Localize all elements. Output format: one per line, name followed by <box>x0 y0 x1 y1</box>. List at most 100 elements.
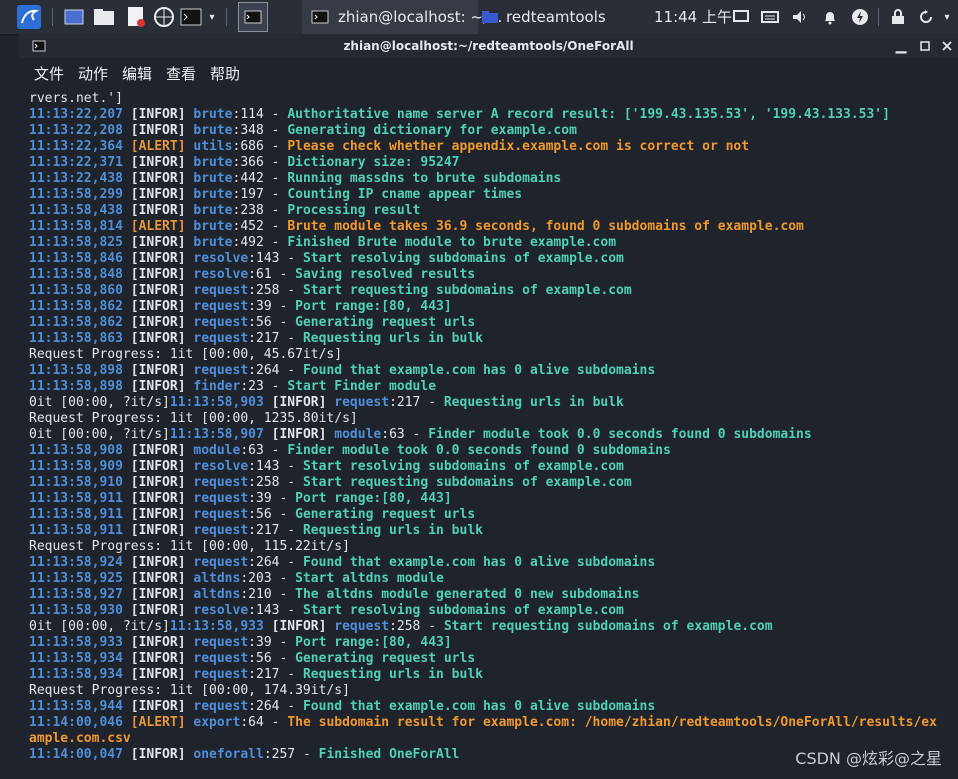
progress-prefix: 0it [00:00, ?it/s] <box>29 395 170 410</box>
log-lineno: 217 <box>256 667 280 682</box>
log-module: request <box>193 283 249 298</box>
terminal-task-icon <box>310 0 330 34</box>
window-title: zhian@localhost:~/redteamtools/OneForAll <box>343 39 634 53</box>
log-level: INFOR <box>138 491 178 506</box>
log-message: Start requesting subdomains of example.c… <box>302 475 632 490</box>
show-desktop-icon[interactable] <box>62 0 86 34</box>
log-level: ALERT <box>138 715 178 730</box>
terminal-line: 11:13:58,898 [INFOR] request:264 - Found… <box>29 363 656 378</box>
progress-text: Request Progress: 1it [00:00, 45.67it/s] <box>29 347 343 362</box>
log-lineno: 258 <box>256 475 280 490</box>
terminal-line: rvers.net.'] <box>29 91 958 107</box>
log-message: Generating dictionary for example.com <box>287 123 577 138</box>
text-editor-icon[interactable] <box>124 0 148 34</box>
clock[interactable]: 11:44 上午 <box>654 0 732 34</box>
file-manager-icon[interactable] <box>92 0 116 34</box>
keyboard-icon[interactable] <box>760 0 780 34</box>
log-message: Running massdns to brute subdomains <box>287 171 562 186</box>
title-bar[interactable]: zhian@localhost:~/redteamtools/OneForAll… <box>19 34 958 58</box>
log-level: INFOR <box>138 363 178 378</box>
terminal-line: 11:13:58,846 [INFOR] resolve:143 - Start… <box>29 251 624 266</box>
log-module: utils <box>193 139 233 154</box>
folder-icon <box>480 0 500 34</box>
log-level: INFOR <box>138 107 178 122</box>
menu-view[interactable]: 查看 <box>166 58 196 90</box>
minimize-icon[interactable]: ▁ <box>893 34 909 58</box>
log-module: request <box>193 651 249 666</box>
terminal-line: 11:13:58,863 [INFOR] request:217 - Reque… <box>29 331 483 346</box>
active-terminal-task[interactable] <box>238 2 268 32</box>
log-lineno: 23 <box>248 379 264 394</box>
terminal-line: 11:13:58,911 [INFOR] request:56 - Genera… <box>29 507 476 522</box>
log-message: Finder module took 0.0 seconds found 0 s… <box>287 443 671 458</box>
log-level: INFOR <box>138 299 178 314</box>
taskbar-terminal-label: zhian@localhost: ~/... <box>338 8 503 26</box>
log-level: INFOR <box>138 555 178 570</box>
log-lineno: 210 <box>248 587 272 602</box>
log-timestamp: 11:13:58,930 <box>29 603 123 618</box>
log-module: request <box>193 491 249 506</box>
web-browser-icon[interactable] <box>152 0 176 34</box>
menu-help[interactable]: 帮助 <box>210 58 240 90</box>
progress-text: rvers.net.'] <box>29 91 123 106</box>
terminal-line: Request Progress: 1it [00:00, 174.39it/s… <box>29 683 958 699</box>
log-module: altdns <box>193 571 241 586</box>
terminal-line: 11:13:22,208 [INFOR] brute:348 - Generat… <box>29 123 577 138</box>
log-message-continuation: ample.com.csv <box>29 731 131 746</box>
chevron-down-icon[interactable]: ▾ <box>204 0 220 34</box>
terminal-line: 11:13:22,207 [INFOR] brute:114 - Authori… <box>29 107 890 122</box>
log-level: INFOR <box>138 747 178 762</box>
taskbar-folder-label[interactable]: redteamtools <box>506 0 606 34</box>
lock-icon[interactable] <box>888 0 908 34</box>
log-message: Finished OneForAll <box>318 747 460 762</box>
log-timestamp: 11:14:00,046 <box>29 715 123 730</box>
power-manager-icon[interactable] <box>850 0 870 34</box>
terminal-line: 11:13:58,933 [INFOR] request:39 - Port r… <box>29 635 452 650</box>
log-lineno: 143 <box>256 603 280 618</box>
screen-icon[interactable] <box>732 0 750 34</box>
close-icon[interactable] <box>939 34 955 58</box>
log-message: Dictionary size: 95247 <box>287 155 460 170</box>
terminal-line: 11:13:58,911 [INFOR] request:217 - Reque… <box>29 523 483 538</box>
log-level: INFOR <box>138 571 178 586</box>
log-module: brute <box>193 107 233 122</box>
log-lineno: 492 <box>240 235 264 250</box>
terminal-line: 11:13:58,927 [INFOR] altdns:210 - The al… <box>29 587 640 602</box>
log-lineno: 452 <box>240 219 264 234</box>
log-message: Found that example.com has 0 alive subdo… <box>302 555 656 570</box>
volume-icon[interactable] <box>790 0 810 34</box>
notification-bell-icon[interactable] <box>820 0 840 34</box>
terminal-output[interactable]: rvers.net.'] 11:13:22,207 [INFOR] brute:1… <box>29 91 958 779</box>
log-message: Start resolving subdomains of example.co… <box>302 251 624 266</box>
log-timestamp: 11:13:58,909 <box>29 459 123 474</box>
chevron-down-icon[interactable]: ▾ <box>940 0 954 34</box>
log-lineno: 217 <box>256 523 280 538</box>
maximize-icon[interactable] <box>917 34 933 58</box>
menu-actions[interactable]: 动作 <box>78 58 108 90</box>
refresh-icon[interactable] <box>916 0 936 34</box>
terminal-line: 0it [00:00, ?it/s]11:13:58,907 [INFOR] m… <box>29 427 812 442</box>
log-timestamp: 11:13:58,438 <box>29 203 123 218</box>
log-message: Start requesting subdomains of example.c… <box>443 619 773 634</box>
log-message: Start resolving subdomains of example.co… <box>302 459 624 474</box>
log-timestamp: 11:13:58,299 <box>29 187 123 202</box>
log-module: resolve <box>193 603 249 618</box>
log-message: Requesting urls in bulk <box>302 331 483 346</box>
menu-file[interactable]: 文件 <box>34 58 64 90</box>
log-module: request <box>193 699 249 714</box>
log-timestamp: 11:13:58,911 <box>29 491 123 506</box>
log-module: altdns <box>193 587 241 602</box>
log-level: INFOR <box>138 651 178 666</box>
menu-edit[interactable]: 编辑 <box>122 58 152 90</box>
log-level: INFOR <box>279 395 319 410</box>
kali-menu-icon[interactable] <box>14 0 44 34</box>
log-timestamp: 11:13:58,907 <box>169 427 264 442</box>
log-message: The altdns module generated 0 new subdom… <box>295 587 640 602</box>
log-module: request <box>193 299 249 314</box>
log-timestamp: 11:13:22,207 <box>29 107 123 122</box>
log-timestamp: 11:13:58,934 <box>29 651 123 666</box>
log-module: request <box>193 555 249 570</box>
terminal-launcher-icon[interactable] <box>180 0 202 34</box>
log-timestamp: 11:13:58,910 <box>29 475 123 490</box>
terminal-line: 11:13:58,924 [INFOR] request:264 - Found… <box>29 555 656 570</box>
